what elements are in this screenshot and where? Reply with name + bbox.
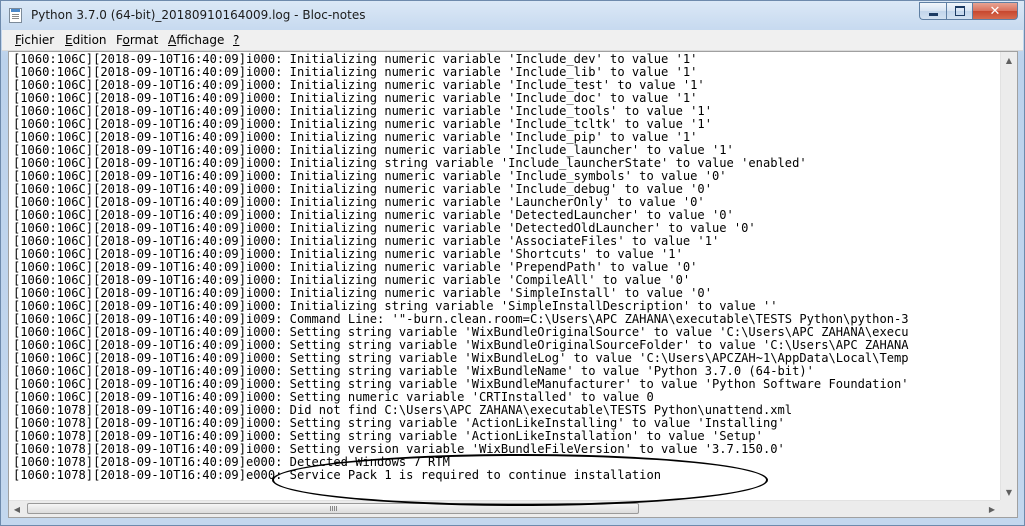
scroll-left-button[interactable]: ◀ (9, 501, 25, 517)
notepad-icon[interactable] (9, 8, 22, 23)
window-title: Python 3.7.0 (64-bit)_20180910164009.log… (31, 8, 366, 22)
horizontal-scroll-thumb[interactable] (27, 503, 639, 514)
title-bar[interactable]: Python 3.7.0 (64-bit)_20180910164009.log… (1, 1, 1024, 30)
menu-fichier[interactable]: Fichier (15, 33, 54, 47)
minimize-button[interactable] (919, 2, 946, 20)
log-text[interactable]: [1060:106C][2018-09-10T16:40:09]i000: In… (13, 53, 999, 499)
horizontal-scrollbar[interactable]: ◀ ▶ (9, 500, 1000, 517)
menu-affichage[interactable]: Affichage (168, 33, 224, 47)
menu-edition-label: dition (72, 33, 107, 47)
menu-bar: Fichier Edition Format Affichage ? (2, 30, 1023, 51)
caption-buttons: ✕ (919, 2, 1018, 20)
minimize-icon (928, 12, 938, 16)
menu-edition[interactable]: Edition (65, 33, 107, 47)
menu-format-label: rmat (129, 33, 159, 47)
menu-affichage-mnemonic: A (168, 33, 177, 47)
menu-format[interactable]: Format (116, 33, 158, 47)
menu-format-mnemonic: o (122, 33, 130, 47)
menu-help-mnemonic: ? (233, 33, 240, 47)
close-button[interactable]: ✕ (972, 2, 1018, 20)
arrow-right-icon: ▶ (988, 504, 996, 514)
arrow-down-icon: ▼ (1005, 487, 1013, 497)
arrow-up-icon: ▲ (1005, 55, 1013, 65)
notepad-window: Python 3.7.0 (64-bit)_20180910164009.log… (0, 0, 1025, 526)
menu-fichier-label: ichier (21, 33, 55, 47)
close-icon: ✕ (989, 3, 1001, 19)
vertical-scrollbar[interactable]: ▲ ▼ (1000, 52, 1017, 500)
menu-affichage-label: ffichage (176, 33, 225, 47)
arrow-left-icon: ◀ (13, 504, 21, 514)
menu-help[interactable]: ? (233, 33, 239, 47)
grip-icon (330, 506, 337, 511)
maximize-icon (954, 6, 965, 16)
scroll-corner (1000, 500, 1017, 517)
text-editor[interactable]: [1060:106C][2018-09-10T16:40:09]i000: In… (8, 51, 1018, 518)
menu-edition-mnemonic: E (65, 33, 73, 47)
maximize-button[interactable] (946, 2, 972, 20)
scroll-up-button[interactable]: ▲ (1001, 52, 1017, 68)
scroll-right-button[interactable]: ▶ (984, 501, 1000, 517)
scroll-down-button[interactable]: ▼ (1001, 484, 1017, 500)
log-line: [1060:1078][2018-09-10T16:40:09]e000: Se… (13, 468, 662, 482)
